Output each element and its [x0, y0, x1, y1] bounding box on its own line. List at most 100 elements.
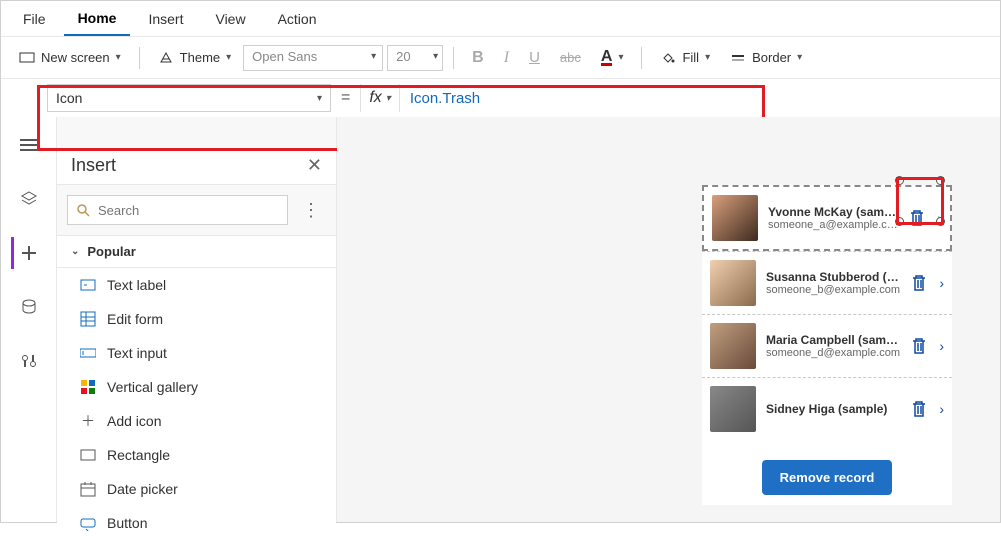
chevron-down-icon: ▾ [433, 51, 438, 62]
chevron-right-icon[interactable]: › [939, 401, 944, 417]
insert-edit-form[interactable]: Edit form [57, 302, 336, 336]
insert-panel: Insert ✕ ⋮ ⌄ Popular Text label Edit for… [57, 117, 337, 522]
panel-more-button[interactable]: ⋮ [296, 200, 326, 221]
tab-file[interactable]: File [9, 3, 60, 35]
insert-item-list: Text label Edit form Text input Vertical… [57, 268, 336, 540]
chevron-down-icon: ▾ [705, 52, 710, 63]
insert-button[interactable]: Button [57, 506, 336, 540]
plus-icon: ＋ [79, 412, 97, 430]
left-rail [1, 117, 57, 522]
rectangle-icon [79, 446, 97, 464]
trash-icon[interactable] [911, 400, 929, 418]
trash-icon[interactable] [911, 337, 929, 355]
bold-button[interactable]: B [464, 45, 492, 71]
underline-button[interactable]: U [521, 45, 548, 70]
search-field[interactable] [98, 203, 279, 218]
group-popular[interactable]: ⌄ Popular [57, 235, 336, 268]
strikethrough-button[interactable]: abc [552, 46, 589, 69]
avatar [710, 323, 756, 369]
chevron-down-icon: ▾ [226, 52, 231, 63]
tab-action[interactable]: Action [264, 3, 331, 35]
chevron-down-icon: ▾ [371, 51, 376, 62]
group-label: Popular [87, 244, 135, 259]
avatar [710, 260, 756, 306]
remove-record-button[interactable]: Remove record [762, 460, 893, 495]
gallery-control[interactable]: Yvonne McKay (sample)someone_a@example.c… [702, 185, 952, 505]
chevron-right-icon[interactable]: › [939, 275, 944, 291]
new-screen-button[interactable]: New screen ▾ [11, 46, 129, 70]
main-area: Insert ✕ ⋮ ⌄ Popular Text label Edit for… [1, 117, 1000, 522]
rail-data[interactable] [13, 291, 45, 323]
chevron-down-icon: ▾ [797, 52, 802, 63]
chevron-right-icon[interactable]: › [939, 338, 944, 354]
tab-home[interactable]: Home [64, 2, 131, 36]
gallery-row[interactable]: Maria Campbell (sample)someone_d@example… [702, 314, 952, 377]
contact-email: someone_d@example.com [766, 347, 901, 359]
tab-insert[interactable]: Insert [134, 3, 197, 35]
chevron-down-icon: ⌄ [71, 246, 79, 257]
calendar-icon [79, 480, 97, 498]
chevron-down-icon: ▾ [618, 52, 623, 63]
screen-icon [19, 50, 35, 66]
selection-handles [900, 181, 940, 221]
rail-tree-view[interactable] [13, 129, 45, 161]
insert-date-picker[interactable]: Date picker [57, 472, 336, 506]
fill-button[interactable]: Fill ▾ [652, 46, 718, 70]
panel-title: Insert [71, 155, 116, 176]
toolbar: New screen ▾ Theme ▾ Open Sans ▾ 20 ▾ B … [1, 37, 1000, 79]
insert-vertical-gallery[interactable]: Vertical gallery [57, 370, 336, 404]
fill-label: Fill [682, 50, 699, 65]
formula-bar: Icon ▾ = fx ▾ Icon.Trash [1, 79, 1000, 117]
gallery-row[interactable]: Sidney Higa (sample) › [702, 377, 952, 440]
border-button[interactable]: Border ▾ [722, 46, 810, 70]
font-color-button[interactable]: A ▾ [593, 46, 632, 70]
font-family-select[interactable]: Open Sans ▾ [243, 45, 383, 71]
trash-icon[interactable] [911, 274, 929, 292]
font-color-icon: A [601, 50, 613, 66]
text-label-icon [79, 276, 97, 294]
formula-input[interactable]: Icon.Trash [400, 84, 1000, 112]
avatar [710, 386, 756, 432]
rail-layers[interactable] [13, 183, 45, 215]
equals-sign: = [331, 89, 360, 107]
search-input[interactable] [67, 195, 288, 225]
menu-bar: File Home Insert View Action [1, 1, 1000, 37]
avatar [712, 195, 758, 241]
rail-insert[interactable] [11, 237, 43, 269]
gallery-icon [79, 378, 97, 396]
font-value: Open Sans [252, 49, 317, 64]
italic-button[interactable]: I [496, 45, 517, 71]
insert-rectangle[interactable]: Rectangle [57, 438, 336, 472]
panel-search-row: ⋮ [57, 185, 336, 235]
theme-label: Theme [180, 50, 220, 65]
insert-text-input[interactable]: Text input [57, 336, 336, 370]
search-icon [76, 203, 90, 217]
tab-view[interactable]: View [201, 3, 259, 35]
rail-tools[interactable] [13, 345, 45, 377]
text-input-icon [79, 344, 97, 362]
theme-icon [158, 50, 174, 66]
fx-button[interactable]: fx ▾ [360, 84, 399, 112]
size-value: 20 [396, 49, 410, 64]
chevron-down-icon: ▾ [386, 93, 391, 104]
border-icon [730, 50, 746, 66]
theme-button[interactable]: Theme ▾ [150, 46, 240, 70]
contact-name: Susanna Stubberod (sample) [766, 270, 901, 284]
contact-email: someone_a@example.com [768, 219, 899, 231]
canvas[interactable]: Yvonne McKay (sample)someone_a@example.c… [337, 117, 1000, 522]
fx-icon: fx [369, 89, 381, 107]
chevron-down-icon: ▾ [116, 52, 121, 63]
close-icon[interactable]: ✕ [307, 155, 322, 176]
form-icon [79, 310, 97, 328]
insert-add-icon[interactable]: ＋Add icon [57, 404, 336, 438]
bucket-icon [660, 50, 676, 66]
contact-name: Maria Campbell (sample) [766, 333, 901, 347]
contact-name: Yvonne McKay (sample) [768, 205, 899, 219]
contact-name: Sidney Higa (sample) [766, 402, 901, 416]
font-size-select[interactable]: 20 ▾ [387, 45, 443, 71]
insert-text-label[interactable]: Text label [57, 268, 336, 302]
border-label: Border [752, 50, 791, 65]
contact-email: someone_b@example.com [766, 284, 901, 296]
gallery-row[interactable]: Susanna Stubberod (sample)someone_b@exam… [702, 251, 952, 314]
property-select[interactable]: Icon ▾ [47, 84, 331, 112]
